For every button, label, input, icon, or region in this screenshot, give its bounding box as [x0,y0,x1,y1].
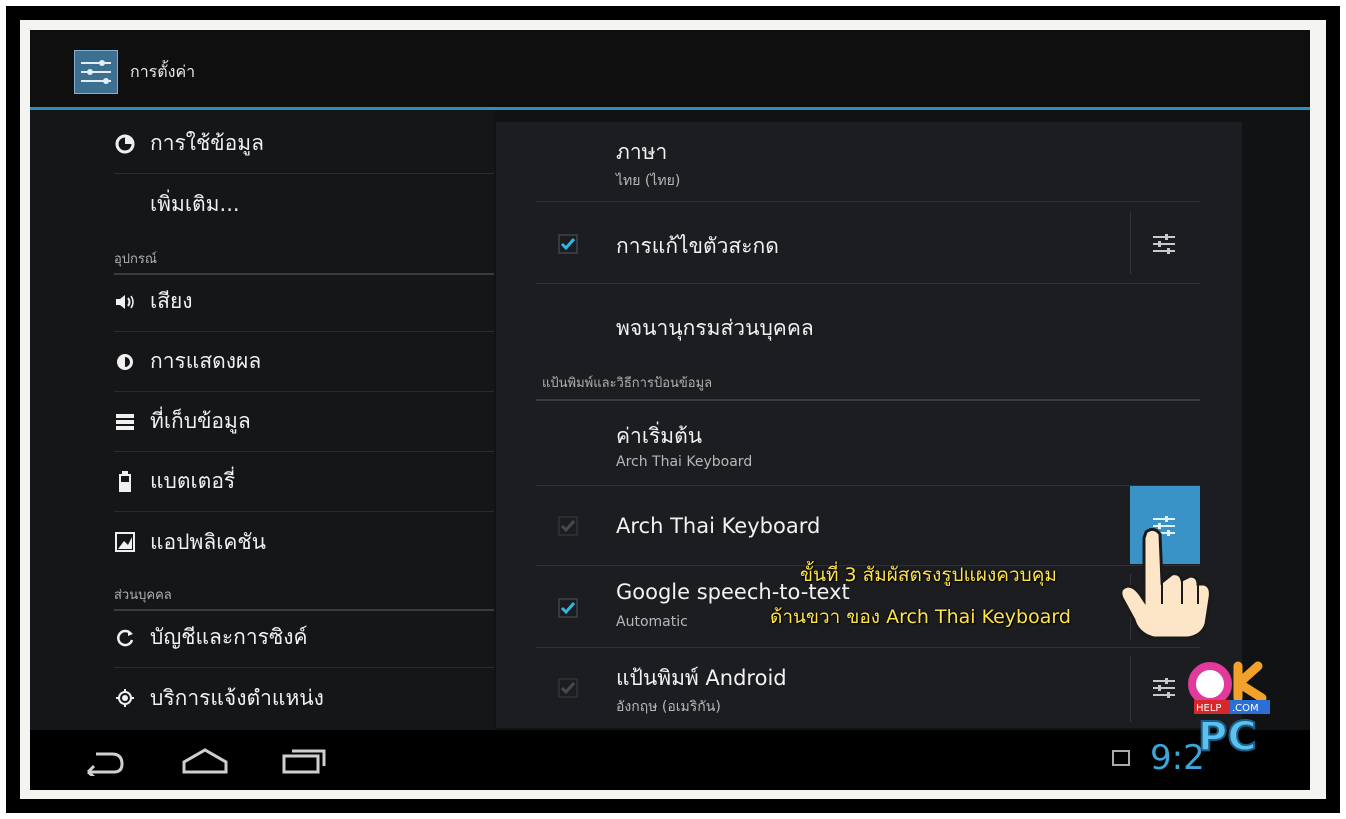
sidebar-item-more[interactable]: เพิ่มเติม... [114,174,494,234]
sidebar-item-accounts-sync[interactable]: บัญชีและการซิงค์ [114,608,494,668]
sync-icon [114,627,136,649]
data-usage-icon [114,133,136,155]
settings-sliders-icon[interactable] [74,50,118,94]
language-title: ภาษา [616,140,668,164]
arch-checkbox [558,516,578,536]
arch-title: Arch Thai Keyboard [616,514,821,538]
spell-title: การแก้ไขตัวสะกด [616,234,779,258]
google-value: Automatic [616,614,688,630]
sidebar-item-label: เพิ่มเติม... [150,191,240,216]
sidebar-header-device: อุปกรณ์ [114,248,494,275]
system-nav-bar: 9:2 [30,730,1310,790]
speaker-icon [114,291,136,313]
sidebar-item-label: บัญชีและการซิงค์ [150,625,308,649]
keyboard-section-header: แป้นพิมพ์และวิธีการป้อนข้อมูล [536,372,1200,401]
sidebar-item-data-usage[interactable]: การใช้ข้อมูล [114,114,494,174]
sidebar-item-label: แบตเตอรี่ [150,469,236,493]
logo-pc: PC [1198,714,1257,754]
sidebar-item-label: เสียง [150,289,193,313]
sidebar-item-label: การใช้ข้อมูล [150,131,264,155]
okhelp-pc-logo: HELP .COM PC [1188,661,1270,754]
android-title: แป้นพิมพ์ Android [616,666,787,690]
recent-apps-icon[interactable] [280,746,330,776]
tablet-screen: การตั้งค่า การใช้ข้อมูล เพิ่มเติม... อุป… [30,30,1310,790]
divider [1130,212,1131,274]
google-checkbox[interactable] [558,598,578,618]
default-title: ค่าเริ่มต้น [616,424,703,448]
annotation-line-2: ด้านขวา ของ Arch Thai Keyboard [770,606,1071,628]
action-bar: การตั้งค่า [30,30,1310,110]
android-settings-button[interactable] [1144,668,1184,708]
sidebar-item-apps[interactable]: แอปพลิเคชัน [114,512,494,572]
sidebar-item-label: การแสดงผล [150,349,262,373]
home-icon[interactable] [180,746,230,776]
gallery-notification-icon[interactable] [1112,750,1130,766]
android-value: อังกฤษ (อเมริกัน) [616,699,721,715]
sidebar-item-label: แอปพลิเคชัน [150,529,267,554]
sidebar-item-sound[interactable]: เสียง [114,272,494,332]
default-value: Arch Thai Keyboard [616,454,753,470]
android-checkbox [558,678,578,698]
sidebar-item-battery[interactable]: แบตเตอรี่ [114,452,494,512]
logo-badge-right: .COM [1232,703,1259,714]
dictionary-title[interactable]: พจนานุกรมส่วนบุคคล [616,312,814,345]
battery-icon [114,470,136,493]
back-icon[interactable] [82,746,126,776]
sliders-icon [1153,234,1175,254]
sidebar-item-storage[interactable]: ที่เก็บข้อมูล [114,392,494,452]
page-title: การตั้งค่า [130,62,196,81]
language-value: ไทย (ไทย) [616,173,681,189]
sliders-icon [1153,678,1175,698]
spell-settings-button[interactable] [1144,224,1184,264]
location-icon [114,687,136,709]
sidebar-header-personal: ส่วนบุคคล [114,584,494,611]
storage-icon [114,411,136,433]
sidebar-item-display[interactable]: การแสดงผล [114,332,494,392]
sidebar-item-location[interactable]: บริการแจ้งตำแหน่ง [114,668,494,728]
settings-sidebar: การใช้ข้อมูล เพิ่มเติม... อุปกรณ์ เสียง … [30,110,494,730]
spell-checkbox[interactable] [558,234,578,254]
divider [1130,656,1131,722]
sidebar-item-label: บริการแจ้งตำแหน่ง [150,685,324,710]
apps-icon [114,531,136,553]
pointing-hand-icon [1119,527,1212,640]
logo-badge-left: HELP [1196,703,1221,714]
sidebar-item-label: ที่เก็บข้อมูล [150,409,251,433]
brightness-icon [114,351,136,373]
annotation-line-1: ขั้นที่ 3 สัมผัสตรงรูปแผงควบคุม [800,564,1057,586]
